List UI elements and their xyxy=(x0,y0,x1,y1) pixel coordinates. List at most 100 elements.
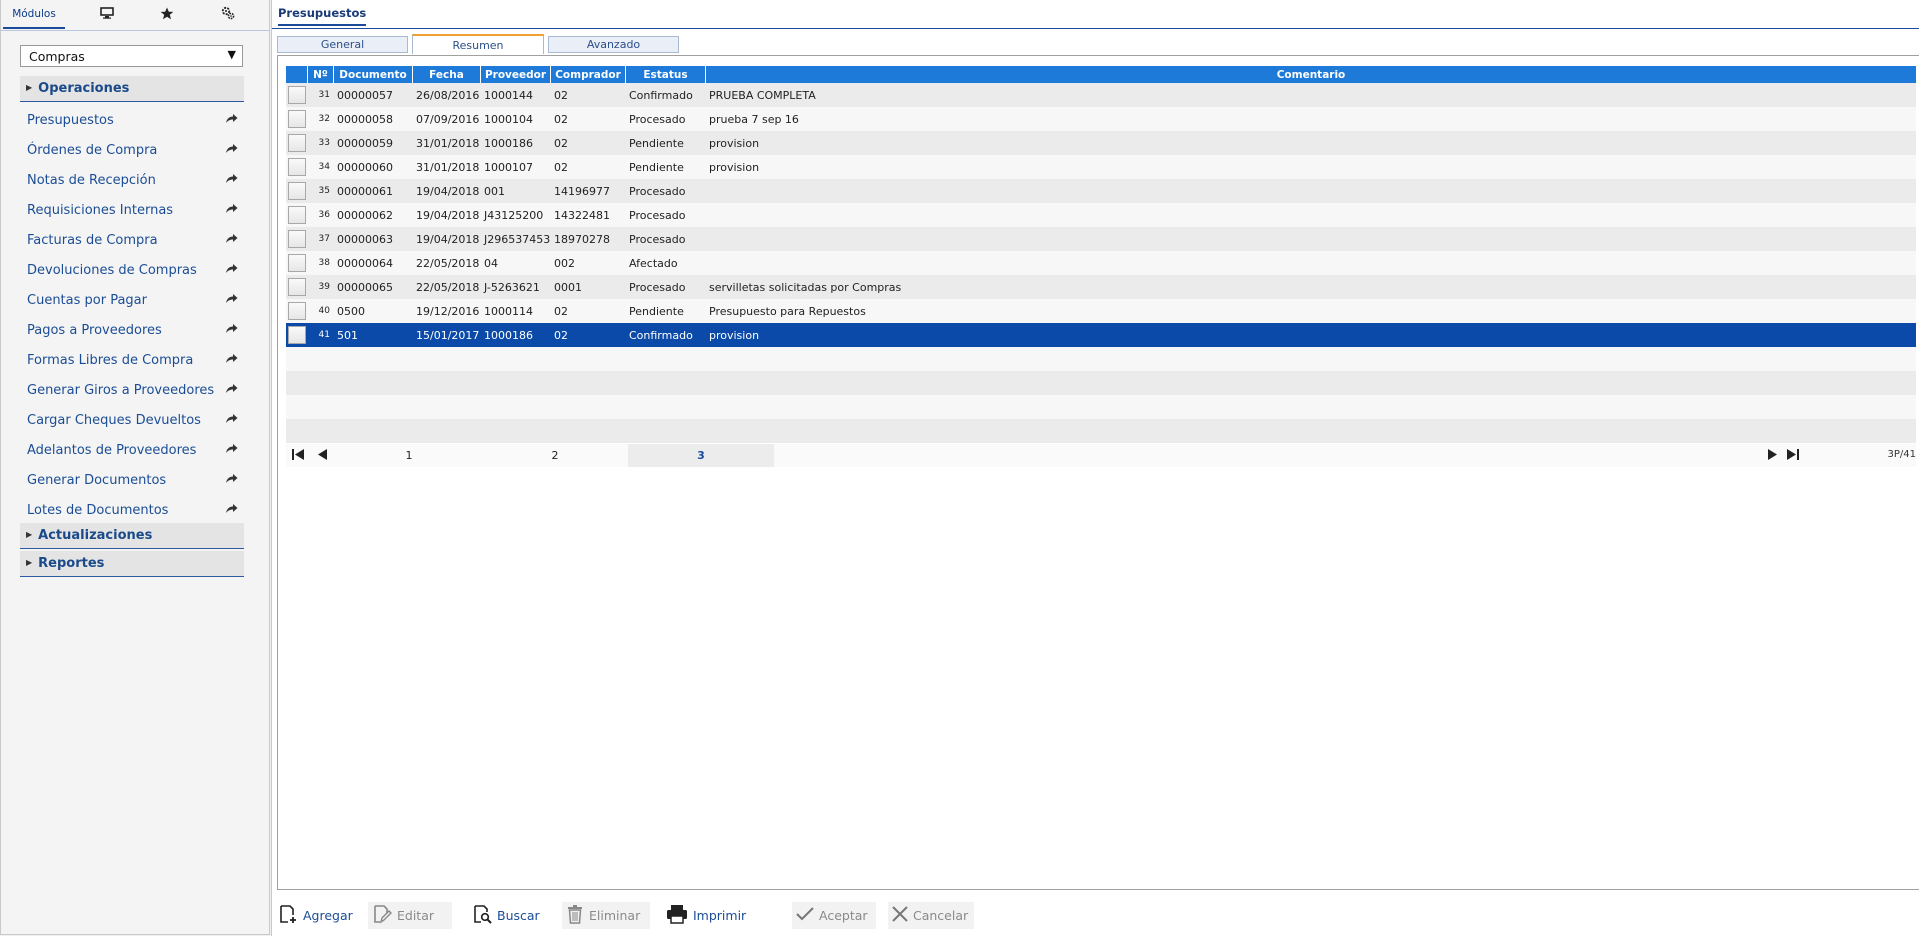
table-row[interactable]: 36 00000062 19/04/2018 J43125200 14322481 Pro… xyxy=(286,203,1916,227)
sidebar-item[interactable]: Adelantos de Proveedores xyxy=(20,435,244,465)
row-checkbox[interactable] xyxy=(288,302,306,320)
sidebar-item[interactable]: Presupuestos xyxy=(20,105,244,135)
tab-general[interactable]: General xyxy=(277,36,408,53)
table-row[interactable]: 31 00000057 26/08/2016 1000144 02 Confirmado P… xyxy=(286,83,1916,107)
page-2[interactable]: 2 xyxy=(482,444,628,467)
column-header-fecha[interactable]: Fecha xyxy=(413,66,481,83)
sidebar-item[interactable]: Cargar Cheques Devueltos xyxy=(20,405,244,435)
sidebar-item[interactable]: Órdenes de Compra xyxy=(20,135,244,165)
sidebar-item[interactable]: Generar Giros a Proveedores xyxy=(20,375,244,405)
share-arrow-icon[interactable] xyxy=(225,143,238,158)
column-header-documento[interactable]: Documento xyxy=(334,66,413,83)
table-row[interactable]: 37 00000063 19/04/2018 J296537453 18970278 Pr… xyxy=(286,227,1916,251)
share-arrow-icon[interactable] xyxy=(225,473,238,488)
cancel-button[interactable]: Cancelar xyxy=(888,902,974,929)
delete-button[interactable]: Eliminar xyxy=(562,902,650,929)
table-cell: provision xyxy=(709,160,760,174)
column-header-comentario[interactable]: Comentario xyxy=(706,66,1916,83)
section-operaciones[interactable]: ▶ Operaciones xyxy=(20,76,244,102)
share-arrow-icon[interactable] xyxy=(225,503,238,518)
share-arrow-icon[interactable] xyxy=(225,293,238,308)
column-header-proveedor[interactable]: Proveedor xyxy=(481,66,551,83)
page-1[interactable]: 1 xyxy=(336,444,482,467)
table-cell: Pendiente xyxy=(629,304,684,318)
section-reportes[interactable]: ▶ Reportes xyxy=(20,551,244,577)
sidebar-item[interactable]: Devoluciones de Compras xyxy=(20,255,244,285)
share-arrow-icon[interactable] xyxy=(225,263,238,278)
cancel-icon xyxy=(892,906,913,925)
share-arrow-icon[interactable] xyxy=(225,233,238,248)
row-checkbox[interactable] xyxy=(288,326,306,344)
table-cell: 1000186 xyxy=(484,136,533,150)
share-arrow-icon[interactable] xyxy=(225,413,238,428)
tab-modulos[interactable]: Módulos xyxy=(3,0,65,29)
row-checkbox[interactable] xyxy=(288,134,306,152)
search-button[interactable]: Buscar xyxy=(468,902,548,929)
add-button[interactable]: Agregar xyxy=(274,902,354,929)
sidebar-item[interactable]: Notas de Recepción xyxy=(20,165,244,195)
table-cell: 002 xyxy=(554,256,575,270)
share-arrow-icon[interactable] xyxy=(225,443,238,458)
row-checkbox[interactable] xyxy=(288,86,306,104)
tab-favorites[interactable] xyxy=(136,0,198,29)
row-checkbox[interactable] xyxy=(288,182,306,200)
row-checkbox[interactable] xyxy=(288,230,306,248)
first-page-icon[interactable] xyxy=(291,448,305,465)
table-cell: 00000064 xyxy=(337,256,393,270)
table-cell: 07/09/2016 xyxy=(416,112,480,126)
sidebar-item[interactable]: Requisiciones Internas xyxy=(20,195,244,225)
share-arrow-icon[interactable] xyxy=(225,203,238,218)
column-header-estatus[interactable]: Estatus xyxy=(626,66,706,83)
table-cell: J296537453 xyxy=(484,232,551,246)
column-header-comprador[interactable]: Comprador xyxy=(551,66,626,83)
tab-resumen[interactable]: Resumen xyxy=(412,34,544,54)
sidebar-item[interactable]: Facturas de Compra xyxy=(20,225,244,255)
row-select-cell xyxy=(286,299,308,323)
sidebar-item[interactable]: Pagos a Proveedores xyxy=(20,315,244,345)
table-row[interactable]: 33 00000059 31/01/2018 1000186 02 Pendiente pr… xyxy=(286,131,1916,155)
share-arrow-icon[interactable] xyxy=(225,323,238,338)
column-header-num[interactable]: Nº xyxy=(308,66,334,83)
tab-desktop[interactable] xyxy=(76,0,138,29)
table-cell: 22/05/2018 xyxy=(416,280,480,294)
table-cell: 34 xyxy=(318,162,330,172)
table-row[interactable]: 40 0500 19/12/2016 1000114 02 Pendiente Presup… xyxy=(286,299,1916,323)
prev-page-icon[interactable] xyxy=(316,448,328,465)
table-row[interactable]: 32 00000058 07/09/2016 1000104 02 Procesado pr… xyxy=(286,107,1916,131)
share-arrow-icon[interactable] xyxy=(225,173,238,188)
share-arrow-icon[interactable] xyxy=(225,353,238,368)
share-arrow-icon[interactable] xyxy=(225,113,238,128)
tab-settings[interactable] xyxy=(197,0,259,29)
row-checkbox[interactable] xyxy=(288,110,306,128)
page-title[interactable]: Presupuestos xyxy=(278,6,367,26)
accept-button[interactable]: Aceptar xyxy=(792,902,876,929)
next-page-icon[interactable] xyxy=(1767,448,1779,465)
table-cell: 1000186 xyxy=(484,328,533,342)
sidebar-item[interactable]: Cuentas por Pagar xyxy=(20,285,244,315)
row-select-cell xyxy=(286,179,308,203)
module-select[interactable]: Compras ▼ xyxy=(20,45,243,67)
section-actualizaciones[interactable]: ▶ Actualizaciones xyxy=(20,523,244,549)
sidebar-item[interactable]: Lotes de Documentos xyxy=(20,495,244,525)
sidebar-item[interactable]: Generar Documentos xyxy=(20,465,244,495)
table-row[interactable]: 39 00000065 22/05/2018 J-5263621 0001 Procesa… xyxy=(286,275,1916,299)
row-checkbox[interactable] xyxy=(288,158,306,176)
row-checkbox[interactable] xyxy=(288,206,306,224)
row-checkbox[interactable] xyxy=(288,278,306,296)
table-row[interactable]: 34 00000060 31/01/2018 1000107 02 Pendiente pr… xyxy=(286,155,1916,179)
settings-icon xyxy=(221,6,235,23)
sidebar-item[interactable]: Formas Libres de Compra xyxy=(20,345,244,375)
print-button[interactable]: Imprimir xyxy=(662,902,752,929)
edit-button[interactable]: Editar xyxy=(368,902,452,929)
dropdown-caret-icon: ▼ xyxy=(227,48,236,61)
sidebar-item-label: Cargar Cheques Devueltos xyxy=(27,412,201,428)
edit-button-label: Editar xyxy=(397,908,435,923)
page-3[interactable]: 3 xyxy=(628,444,774,467)
table-row[interactable]: 38 00000064 22/05/2018 04 002 Afectado xyxy=(286,251,1916,275)
row-checkbox[interactable] xyxy=(288,254,306,272)
share-arrow-icon[interactable] xyxy=(225,383,238,398)
last-page-icon[interactable] xyxy=(1786,448,1800,465)
table-row[interactable]: 41 501 15/01/2017 1000186 02 Confirmado provis… xyxy=(286,323,1916,347)
table-row[interactable]: 35 00000061 19/04/2018 001 14196977 Procesado xyxy=(286,179,1916,203)
tab-avanzado[interactable]: Avanzado xyxy=(548,36,679,53)
